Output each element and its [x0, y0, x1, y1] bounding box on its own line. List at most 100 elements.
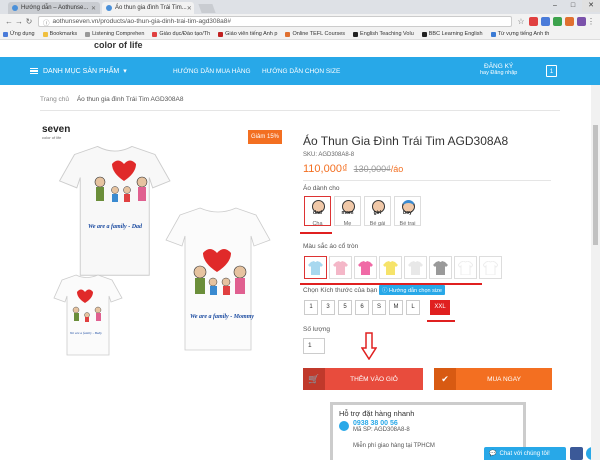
bookmark-item[interactable]: Online TEFL Courses — [285, 31, 345, 37]
category-menu-button[interactable]: DANH MỤC SẢN PHẨM ▾ — [30, 67, 127, 75]
bookmark-item[interactable]: Từ vựng tiếng Anh th — [490, 31, 549, 37]
nav-buying-guide[interactable]: HƯỚNG DẪN MUA HÀNG — [173, 68, 251, 75]
fit-option-boy[interactable]: boy Bé trai — [394, 196, 421, 227]
bookmark-item[interactable]: Giáo viên tiếng Anh p — [218, 31, 277, 37]
minimize-icon[interactable]: – — [546, 0, 564, 12]
fit-option-mom[interactable]: mom Mẹ — [334, 196, 361, 227]
bookmark-item[interactable]: BBC Learning English — [421, 31, 483, 37]
site-logo-text: color of life — [94, 40, 143, 50]
bookmark-item[interactable]: Giáo dục/Đào tạo/Th — [152, 31, 210, 37]
quantity-input[interactable]: 1 — [303, 338, 325, 354]
breadcrumb-home[interactable]: Trang chủ — [40, 96, 69, 103]
arrow-down-icon — [361, 332, 377, 360]
fit-label-text: Bé trai — [399, 221, 416, 227]
tshirt-icon — [433, 261, 448, 275]
tshirt-icon — [333, 261, 348, 275]
chat-button[interactable]: 💬 Chat với chúng tôi! — [484, 447, 566, 460]
extension-icon[interactable] — [577, 17, 586, 26]
info-icon: ⓘ — [43, 19, 50, 27]
cart-icon: 🛒 — [303, 368, 325, 390]
color-label: Màu sắc áo cổ tròn — [303, 243, 359, 250]
color-swatch[interactable] — [429, 256, 452, 279]
tshirt-icon — [308, 261, 323, 275]
register-link[interactable]: ĐĂNG KÝ — [480, 63, 517, 70]
page-scrollbar[interactable] — [591, 85, 600, 460]
hamburger-icon — [30, 68, 38, 74]
fit-label-text: Cha — [312, 221, 323, 227]
extension-icon[interactable] — [529, 17, 538, 26]
site-navbar: DANH MỤC SẢN PHẨM ▾ HƯỚNG DẪN MUA HÀNG H… — [0, 57, 600, 85]
star-icon[interactable]: ☆ — [516, 17, 526, 26]
new-tab-button[interactable] — [198, 4, 216, 13]
extension-icon[interactable] — [553, 17, 562, 26]
url-input[interactable]: ⓘ aothunseven.vn/products/ao-thun-gia-di… — [38, 16, 512, 27]
color-swatch[interactable] — [479, 256, 502, 279]
size-option[interactable]: 5 — [338, 300, 352, 315]
support-heading: Hỗ trợ đặt hàng nhanh — [339, 409, 415, 418]
account-area: ĐĂNG KÝ hay Đăng nhập — [480, 63, 517, 76]
bookmark-item[interactable]: Bookmarks — [42, 31, 77, 37]
price-unit: /áo — [390, 164, 404, 174]
checkmark-icon: ✔ — [434, 368, 456, 390]
browser-tab-active[interactable]: Áo thun gia đình Trái Tim... ✕ — [102, 2, 194, 14]
support-phone[interactable]: 0938 38 00 56 — [353, 420, 517, 427]
close-tab-icon[interactable]: ✕ — [187, 5, 192, 12]
fit-label: Áo dành cho — [303, 185, 340, 192]
bookmark-item[interactable]: Listening Comprehen — [85, 31, 144, 37]
size-option[interactable]: M — [389, 300, 403, 315]
size-guide-button[interactable]: ⓘ Hướng dẫn chọn size — [379, 285, 445, 295]
favicon-icon — [12, 5, 18, 11]
tshirt-icon — [458, 261, 473, 275]
breadcrumb: Trang chủ Áo thun gia đình Trái Tim AGD3… — [40, 96, 183, 103]
chevron-down-icon: ▾ — [123, 68, 127, 75]
red-underline — [300, 232, 332, 234]
breadcrumb-current: Áo thun gia đình Trái Tim AGD308A8 — [76, 96, 184, 103]
red-underline — [427, 320, 455, 322]
menu-icon[interactable]: ⋮ — [586, 17, 596, 26]
forward-icon[interactable]: → — [14, 17, 24, 26]
buy-now-button[interactable]: ✔ MUA NGAY — [434, 368, 552, 390]
fit-option-girl[interactable]: girl Bé gái — [364, 196, 391, 227]
color-swatch[interactable] — [379, 256, 402, 279]
close-tab-icon[interactable]: ✕ — [91, 5, 96, 12]
bookmark-item[interactable]: English Teaching Volu — [353, 31, 414, 37]
maximize-icon[interactable]: □ — [564, 0, 582, 12]
extension-icon[interactable] — [541, 17, 550, 26]
size-option[interactable]: 3 — [321, 300, 335, 315]
size-option[interactable]: S — [372, 300, 386, 315]
browser-tab[interactable]: Hướng dẫn – Aothunse... ✕ — [8, 2, 100, 14]
tshirt-icon — [383, 261, 398, 275]
color-swatch[interactable] — [304, 256, 327, 279]
bookmark-item[interactable]: Ứng dụng — [3, 31, 35, 37]
back-icon[interactable]: ← — [4, 17, 14, 26]
size-option[interactable]: L — [406, 300, 420, 315]
cart-icon[interactable]: 1 — [546, 65, 557, 77]
close-window-icon[interactable]: ✕ — [582, 0, 600, 12]
address-bar: ← → ↻ ⓘ aothunseven.vn/products/ao-thun-… — [0, 14, 600, 29]
color-swatch[interactable] — [404, 256, 427, 279]
add-to-cart-label: THÊM VÀO GIỎ — [350, 375, 398, 383]
bookmarks-bar: Ứng dụng Bookmarks Listening Comprehen G… — [0, 29, 600, 40]
fit-option-dad[interactable]: dad Cha — [304, 196, 331, 227]
qty-label: Số lượng — [303, 326, 331, 333]
nav-size-guide[interactable]: HƯỚNG DẪN CHỌN SIZE — [262, 68, 340, 75]
old-price: 130,000₫ — [353, 164, 391, 174]
extension-icon[interactable] — [565, 17, 574, 26]
color-swatch[interactable] — [454, 256, 477, 279]
size-option[interactable]: XXL — [430, 300, 450, 315]
scrollbar-thumb[interactable] — [593, 125, 598, 245]
login-link[interactable]: hay Đăng nhập — [480, 70, 517, 76]
facebook-icon[interactable] — [570, 447, 583, 460]
product-image[interactable]: seven color of life We are a family - Da… — [40, 120, 288, 390]
reload-icon[interactable]: ↻ — [24, 17, 34, 26]
fit-tag: boy — [403, 210, 412, 216]
size-guide-label: Hướng dẫn chọn size — [389, 288, 442, 294]
size-option[interactable]: 6 — [355, 300, 369, 315]
color-swatch[interactable] — [329, 256, 352, 279]
add-to-cart-button[interactable]: 🛒 THÊM VÀO GIỎ — [303, 368, 423, 390]
size-option[interactable]: 1 — [304, 300, 318, 315]
window-controls: – □ ✕ — [546, 0, 600, 12]
current-price: 110,000₫ — [303, 163, 348, 175]
tshirt-icon — [483, 261, 498, 275]
color-swatch[interactable] — [354, 256, 377, 279]
